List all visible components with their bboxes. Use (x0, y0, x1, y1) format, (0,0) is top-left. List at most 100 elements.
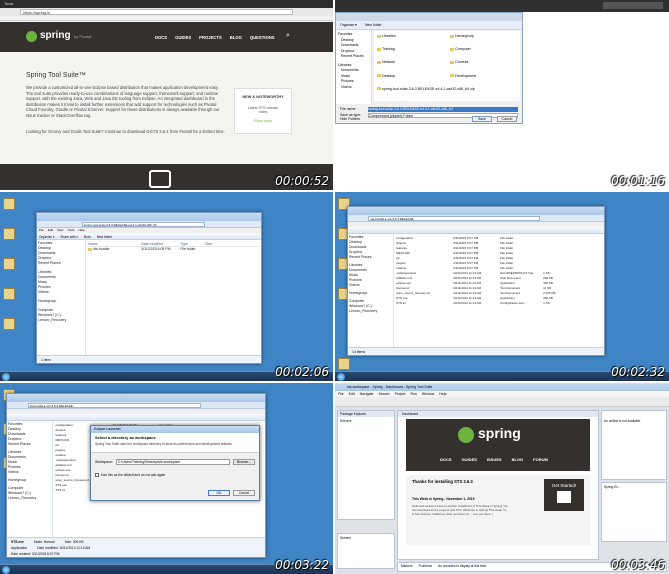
nav-videos[interactable]: Videos (8, 470, 51, 475)
item-homegroup[interactable]: Homegroup (450, 34, 517, 45)
col-name[interactable]: Name (88, 242, 138, 246)
nav-blog[interactable]: BLOG (230, 35, 242, 40)
nav-recovery[interactable]: Lenovo_Recovery (38, 318, 84, 323)
organize-button[interactable]: Organize ▾ (39, 235, 54, 239)
dashboard-tab[interactable]: Dashboard (398, 411, 598, 417)
address-bar[interactable]: https://spring.io (20, 9, 293, 15)
file-name-label: File name: (340, 107, 357, 111)
address-bar: spring-tool-suite-3.6.3.RELEASE-e4.4.1-w… (37, 221, 261, 228)
servers-view[interactable]: Servers (337, 533, 395, 569)
menu-edit[interactable]: Edit (48, 228, 53, 233)
share-button[interactable]: Share with ▾ (60, 235, 78, 239)
table-row[interactable]: STS.ini 10/11/2014 11:13 AM Configuration … (396, 301, 602, 306)
new-folder-button[interactable]: New folder (365, 23, 382, 27)
item-courses[interactable]: Courses (450, 60, 517, 71)
desktop-icon[interactable] (3, 288, 15, 300)
browser-chrome (335, 0, 669, 12)
computer-icon (450, 47, 454, 51)
menu-file[interactable]: File (39, 228, 44, 233)
desktop-icon[interactable] (3, 258, 15, 270)
nav-videos[interactable]: Videos (349, 283, 392, 288)
item-libraries[interactable]: Libraries (377, 34, 444, 45)
menu-view[interactable]: View (57, 228, 63, 233)
explorer-titlebar (37, 213, 261, 221)
download-icon[interactable] (149, 170, 171, 188)
nav-recent[interactable]: Recent Places (349, 255, 392, 260)
nav-questions[interactable]: QUESTIONS (250, 35, 275, 40)
desktop-icon[interactable] (3, 228, 15, 240)
browse-button[interactable]: Browse... (232, 459, 255, 465)
nav-homegroup[interactable]: Homegroup (349, 291, 392, 296)
console-message: No consoles to display at this time. (437, 564, 488, 568)
new-folder-button[interactable]: New folder (97, 235, 112, 239)
save-button[interactable]: Save (472, 116, 492, 122)
ok-button[interactable]: OK (208, 490, 230, 496)
detail-date: Date modified: 10/11/2014 11:13 AM (37, 546, 91, 550)
save-type-select[interactable]: Compressed (zipped) Folder (368, 112, 518, 118)
spring-explorer-view[interactable]: Spring Ex... (601, 482, 667, 542)
nav-issues[interactable]: ISSUES (487, 457, 502, 462)
start-button[interactable] (337, 373, 345, 381)
item-computer[interactable]: Computer (450, 47, 517, 58)
path-input[interactable]: spring-tool-suite-3.6.3.RELEASE-e4.4.1-w… (81, 222, 205, 227)
save-as-toolbar: Organize ▾ New folder (336, 21, 522, 30)
file-name-input[interactable]: spring-tool-suite-3.6.3.RELEASE-e4.4.1-w… (368, 106, 518, 112)
table-row[interactable]: sts-bundle 3/11/2015 6:05 PM File folder (88, 247, 259, 252)
burn-button[interactable]: Burn (84, 235, 91, 239)
spring-logo: spring (478, 425, 521, 441)
folder-icon (450, 60, 454, 64)
path-input[interactable]: sts-bundle ▸ sts-3.6.3.RELEASE (368, 216, 540, 221)
item-development[interactable]: Development (450, 74, 517, 85)
thumb-explorer-sts-folder: sts-bundle ▸ sts-3.6.3.RELEASE Favorites… (335, 192, 669, 381)
problems-tab[interactable]: Problems (419, 564, 432, 570)
desktop-icon[interactable] (3, 198, 15, 210)
nav-homegroup[interactable]: Homegroup (38, 299, 84, 304)
nav-recent[interactable]: Recent Places (8, 442, 51, 447)
nav-docs[interactable]: DOCS (440, 457, 452, 462)
col-date[interactable]: Date modified (141, 242, 177, 246)
get-started-image[interactable] (557, 491, 571, 503)
workspace-input[interactable]: C:\Users\Training\Desktop\sts-workspace (115, 459, 230, 465)
start-button[interactable] (2, 373, 10, 381)
nav-projects[interactable]: PROJECTS (199, 35, 222, 40)
week-title[interactable]: This Week in Spring - November 1, 2015 (412, 497, 502, 501)
search-icon[interactable]: ⌕ (286, 32, 290, 40)
nav-recovery[interactable]: Lenovo_Recovery (349, 309, 392, 314)
desktop-icon[interactable] (3, 318, 15, 330)
menu-tools[interactable]: Tools (67, 228, 74, 233)
item-zip[interactable]: spring-tool-suite-3.6.3.RELEASE-e4.4.1-w… (377, 87, 517, 98)
desktop-icon[interactable] (338, 358, 350, 370)
nav-guides[interactable]: GUIDES (462, 457, 477, 462)
nav-recent[interactable]: Recent Places (38, 261, 84, 266)
nav-videos[interactable]: Videos (338, 85, 369, 91)
cancel-button[interactable]: Cancel (233, 490, 255, 496)
default-checkbox[interactable] (95, 473, 99, 477)
browser-tab[interactable]: Tools (4, 1, 13, 6)
nav-recovery[interactable]: Lenovo_Recovery (8, 496, 51, 501)
nav-docs[interactable]: DOCS (155, 35, 167, 40)
col-type[interactable]: Type (180, 242, 202, 246)
organize-button[interactable]: Organize ▾ (340, 23, 357, 27)
servers-item[interactable]: Servers (338, 417, 394, 425)
item-network[interactable]: Network (377, 60, 444, 71)
nav-recent[interactable]: Recent Places (338, 54, 369, 60)
package-explorer: Package Explorer Servers (337, 410, 395, 520)
nav-forum[interactable]: FORUM (533, 457, 548, 462)
nav-blog[interactable]: BLOG (512, 457, 524, 462)
nav-videos[interactable]: Videos (38, 290, 84, 295)
col-size[interactable]: Size (205, 242, 212, 246)
item-desktop[interactable]: Desktop (377, 74, 444, 85)
path-input[interactable]: sts-bundle ▸ sts-3.6.3.RELEASE (27, 403, 201, 408)
cancel-button[interactable]: Cancel (497, 116, 517, 122)
nav-guides[interactable]: GUIDES (175, 35, 191, 40)
markers-tab[interactable]: Markers (401, 564, 413, 570)
start-button[interactable] (2, 566, 10, 574)
folder-icon (450, 34, 454, 38)
get-started-panel: Get Started! (544, 479, 584, 511)
nav-homegroup[interactable]: Homegroup (8, 478, 51, 483)
get-started-title: Get Started! (551, 483, 577, 488)
item-training[interactable]: Training (377, 47, 444, 58)
menu-help[interactable]: Help (78, 228, 84, 233)
hide-folders-button[interactable]: Hide Folders (340, 117, 360, 121)
news-link[interactable]: Read more (235, 119, 291, 123)
